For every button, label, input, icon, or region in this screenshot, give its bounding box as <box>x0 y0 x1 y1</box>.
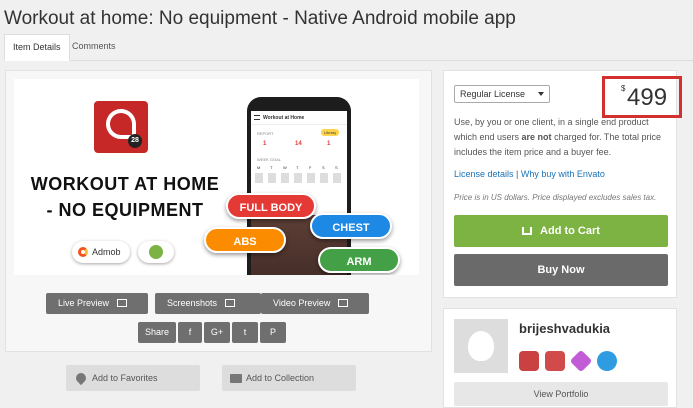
banner-headline: WORKOUT AT HOME - NO EQUIPMENT <box>30 174 220 220</box>
phone-week-goal-label: WEEK GOAL <box>257 157 282 162</box>
currency-symbol: $ <box>621 84 626 93</box>
phone-app-title: Workout at Home <box>263 115 305 121</box>
phone-stat-2: 14 <box>295 141 302 147</box>
add-to-cart-label: Add to Cart <box>540 225 600 237</box>
image-icon <box>225 299 236 307</box>
add-to-cart-button[interactable]: Add to Cart <box>454 215 668 247</box>
google-plus-share-icon[interactable]: G+ <box>204 322 230 343</box>
tab-bar: Item Details Comments <box>4 34 693 61</box>
phone-stat-1: 1 <box>263 141 267 147</box>
phone-day: S <box>335 165 338 170</box>
heart-icon <box>73 370 89 386</box>
license-desc-bold: are not <box>521 132 552 142</box>
menu-icon <box>254 115 260 120</box>
badge-heart-icon[interactable] <box>569 349 593 373</box>
phone-day: M <box>257 165 261 170</box>
phone-report-label: REPORT <box>257 131 274 136</box>
phone-day: W <box>283 165 287 170</box>
badge-red-2-icon[interactable] <box>545 351 565 371</box>
badge-red-1-icon[interactable] <box>519 351 539 371</box>
link-separator: | <box>513 169 521 179</box>
add-to-collection-label: Add to Collection <box>246 373 315 383</box>
window-icon <box>117 299 128 307</box>
screenshots-label: Screenshots <box>167 298 218 308</box>
license-links: License details | Why buy with Envato <box>454 169 605 179</box>
badge-bolt-icon[interactable] <box>597 351 617 371</box>
add-to-favorites-button[interactable]: Add to Favorites <box>66 365 200 391</box>
phone-day: T <box>296 165 299 170</box>
add-to-favorites-label: Add to Favorites <box>92 373 158 383</box>
page-title: Workout at home: No equipment - Native A… <box>4 8 516 29</box>
buy-now-button[interactable]: Buy Now <box>454 254 668 286</box>
facebook-share-icon[interactable]: f <box>178 322 202 343</box>
android-icon <box>149 245 163 259</box>
admob-chip: Admob <box>72 241 130 263</box>
license-description: Use, by you or one client, in a single e… <box>454 115 668 160</box>
phone-stat-3: 1 <box>327 141 331 147</box>
phone-library-badge: Library <box>321 129 340 136</box>
tab-item-details[interactable]: Item Details <box>4 34 70 61</box>
share-label: Share <box>138 322 176 343</box>
category-chest: CHEST <box>310 213 392 239</box>
twitter-share-icon[interactable]: t <box>232 322 258 343</box>
phone-day: T <box>270 165 273 170</box>
price-box: $ 499 <box>602 76 682 118</box>
license-select[interactable]: Regular License <box>454 85 550 103</box>
author-panel: brijeshvadukia View Portfolio <box>443 308 677 408</box>
phone-header: Workout at Home <box>251 111 347 125</box>
add-to-collection-button[interactable]: Add to Collection <box>222 365 356 391</box>
category-full-body: FULL BODY <box>226 193 316 219</box>
video-preview-button[interactable]: Video Preview <box>261 293 369 314</box>
live-preview-button[interactable]: Live Preview <box>46 293 148 314</box>
phone-day: F <box>309 165 312 170</box>
phone-day: S <box>322 165 325 170</box>
admob-icon <box>78 247 88 257</box>
phone-day-circles <box>255 173 345 183</box>
category-abs: ABS <box>204 227 286 253</box>
android-chip <box>138 241 174 263</box>
why-buy-envato-link[interactable]: Why buy with Envato <box>521 169 605 179</box>
cart-icon <box>522 227 533 235</box>
video-icon <box>338 299 349 307</box>
screenshots-button[interactable]: Screenshots <box>155 293 261 314</box>
chevron-down-icon <box>538 92 544 96</box>
app-logo-icon: 28 <box>94 101 148 153</box>
license-details-link[interactable]: License details <box>454 169 514 179</box>
item-preview-panel: 28 WORKOUT AT HOME - NO EQUIPMENT Admob … <box>5 70 432 352</box>
video-preview-label: Video Preview <box>273 298 331 308</box>
category-arm: ARM <box>318 247 400 273</box>
pinterest-share-icon[interactable]: P <box>260 322 286 343</box>
price-amount: 499 <box>627 84 668 111</box>
folder-icon <box>230 374 242 383</box>
view-portfolio-button[interactable]: View Portfolio <box>454 382 668 406</box>
price-note: Price is in US dollars. Price displayed … <box>454 193 657 202</box>
app-logo-number: 28 <box>128 134 142 148</box>
purchase-panel: Regular License $ 499 Use, by you or one… <box>443 70 682 298</box>
avatar[interactable] <box>454 319 508 373</box>
license-select-value: Regular License <box>460 89 526 99</box>
tab-comments[interactable]: Comments <box>64 34 124 61</box>
admob-label: Admob <box>92 247 121 257</box>
author-name[interactable]: brijeshvadukia <box>519 321 610 336</box>
preview-banner-image[interactable]: 28 WORKOUT AT HOME - NO EQUIPMENT Admob … <box>14 79 419 275</box>
live-preview-label: Live Preview <box>58 298 110 308</box>
